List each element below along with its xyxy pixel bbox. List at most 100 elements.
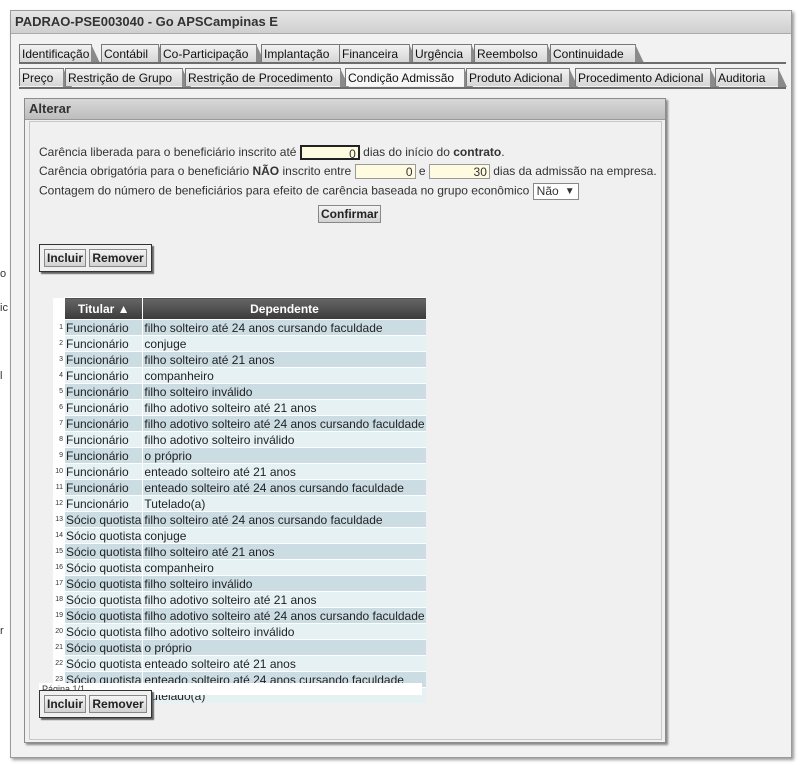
titular-cell[interactable]: Sócio quotista	[63, 655, 143, 672]
tab-reembolso[interactable]: Reembolso	[474, 44, 556, 63]
table-row[interactable]: 13 Sócio quotista filho solteiro até 24 an…	[53, 511, 426, 528]
tab-procedimento-adicional[interactable]: Procedimento Adicional	[575, 68, 719, 87]
table-row[interactable]: 11 Funcionário enteado solteiro até 24 ano…	[53, 479, 426, 496]
and-label: e	[418, 164, 426, 178]
table-row[interactable]: 20 Sócio quotista filho adotivo solteiro i…	[53, 623, 426, 640]
table-row[interactable]: 22 Sócio quotista enteado solteiro até 21 …	[53, 655, 426, 672]
tab-divider	[19, 62, 786, 64]
titular-cell[interactable]: Funcionário	[63, 415, 143, 432]
dependente-cell[interactable]: filho adotivo solteiro até 21 anos	[142, 591, 426, 608]
table-row[interactable]: 2 Funcionário conjuge	[53, 335, 426, 352]
table-row[interactable]: 6 Funcionário filho adotivo solteiro até 2…	[53, 399, 426, 416]
dependente-cell[interactable]: Tutelado(a)	[142, 495, 426, 512]
titular-cell[interactable]: Funcionário	[63, 463, 143, 480]
dependente-cell[interactable]: companheiro	[142, 559, 426, 576]
titular-cell[interactable]: Funcionário	[63, 351, 143, 368]
titular-cell[interactable]: Sócio quotista	[63, 511, 143, 528]
tab-restricao-grupo[interactable]: Restrição de Grupo	[65, 68, 191, 87]
table-row[interactable]: 3 Funcionário filho solteiro até 21 anos	[53, 351, 426, 368]
tab-produto-adicional[interactable]: Produto Adicional	[466, 68, 578, 87]
tab-continuidade[interactable]: Continuidade	[550, 44, 644, 63]
titular-cell[interactable]: Sócio quotista	[63, 591, 143, 608]
tab-implantacao[interactable]: Implantação	[261, 44, 350, 63]
include-button[interactable]: Incluir	[44, 249, 87, 267]
table-row[interactable]: 4 Funcionário companheiro	[53, 367, 426, 384]
dependente-cell[interactable]: filho solteiro até 21 anos	[142, 543, 426, 560]
confirm-button[interactable]: Confirmar	[318, 205, 382, 223]
col-dependente-header[interactable]: Dependente	[142, 297, 426, 320]
table-row[interactable]: 7 Funcionário filho adotivo solteiro até 2…	[53, 415, 426, 432]
tab-contabil[interactable]: Contábil	[101, 44, 167, 63]
remove-button[interactable]: Remover	[89, 695, 147, 713]
include-button[interactable]: Incluir	[44, 695, 87, 713]
tab-auditoria[interactable]: Auditoria	[715, 68, 787, 87]
titular-cell[interactable]: Sócio quotista	[63, 527, 143, 544]
dependente-cell[interactable]: filho solteiro inválido	[142, 575, 426, 592]
dependente-cell[interactable]: conjuge	[142, 527, 426, 544]
titular-cell[interactable]: Funcionário	[63, 479, 143, 496]
titular-cell[interactable]: Sócio quotista	[63, 639, 143, 656]
dependente-cell[interactable]: filho adotivo solteiro inválido	[142, 431, 426, 448]
dependente-cell[interactable]: filho adotivo solteiro até 21 anos	[142, 399, 426, 416]
inscrito-entre-label: inscrito entre	[282, 164, 352, 178]
admissao-to-input[interactable]: 30	[428, 164, 490, 180]
tab-financeira[interactable]: Financeira	[339, 44, 418, 63]
dependente-cell[interactable]: filho adotivo solteiro até 24 anos cursa…	[142, 607, 426, 624]
select-value: Não	[536, 184, 559, 198]
dependente-cell[interactable]: conjuge	[142, 335, 426, 352]
titular-cell[interactable]: Funcionário	[63, 319, 143, 336]
dependente-cell[interactable]: filho solteiro até 24 anos cursando facu…	[142, 319, 426, 336]
tab-urgencia[interactable]: Urgência	[412, 44, 480, 63]
titular-cell[interactable]: Funcionário	[63, 399, 143, 416]
row-number: 2	[53, 335, 65, 352]
table-row[interactable]: 9 Funcionário o próprio	[53, 447, 426, 464]
titular-cell[interactable]: Sócio quotista	[63, 607, 143, 624]
titular-cell[interactable]: Sócio quotista	[63, 623, 143, 640]
admissao-from-input[interactable]: 0	[354, 164, 416, 180]
row-number: 19	[53, 607, 65, 624]
dependente-cell[interactable]: o próprio	[142, 639, 426, 656]
table-row[interactable]: 14 Sócio quotista conjuge	[53, 527, 426, 544]
row-number: 15	[53, 543, 65, 560]
table-row[interactable]: 18 Sócio quotista filho adotivo solteiro a…	[53, 591, 426, 608]
titular-cell[interactable]: Funcionário	[63, 335, 143, 352]
table-row[interactable]: 16 Sócio quotista companheiro	[53, 559, 426, 576]
dependente-cell[interactable]: filho adotivo solteiro até 24 anos cursa…	[142, 415, 426, 432]
table-row[interactable]: 10 Funcionário enteado solteiro até 21 ano…	[53, 463, 426, 480]
remove-button[interactable]: Remover	[89, 249, 147, 267]
dependente-cell[interactable]: filho solteiro inválido	[142, 383, 426, 400]
dependente-cell[interactable]: filho adotivo solteiro inválido	[142, 623, 426, 640]
tab-identificacao[interactable]: Identificação	[19, 44, 100, 63]
titular-cell[interactable]: Sócio quotista	[63, 575, 143, 592]
grupo-economico-select[interactable]: Não ▼	[532, 183, 579, 200]
table-row[interactable]: 1 Funcionário filho solteiro até 24 anos c…	[53, 319, 426, 336]
carencia-liberada-input[interactable]: 0	[299, 145, 360, 161]
titular-cell[interactable]: Funcionário	[63, 367, 143, 384]
edit-panel: Alterar Carência liberada para o benefic…	[24, 98, 666, 743]
dependente-cell[interactable]: enteado solteiro até 24 anos cursando fa…	[142, 479, 426, 496]
tab-condicao-admissao[interactable]: Condição Admissão	[345, 68, 473, 87]
dependente-cell[interactable]: companheiro	[142, 367, 426, 384]
table-row[interactable]: 8 Funcionário filho adotivo solteiro invál…	[53, 431, 426, 448]
table-row[interactable]: 15 Sócio quotista filho solteiro até 21 an…	[53, 543, 426, 560]
table-row[interactable]: 5 Funcionário filho solteiro inválido	[53, 383, 426, 400]
titular-cell[interactable]: Funcionário	[63, 431, 143, 448]
table-row[interactable]: 19 Sócio quotista filho adotivo solteiro a…	[53, 607, 426, 624]
tab-co-participacao[interactable]: Co-Participação	[160, 44, 265, 63]
titular-cell[interactable]: Funcionário	[63, 495, 143, 512]
col-titular-header[interactable]: Titular ▲	[63, 297, 143, 320]
titular-cell[interactable]: Sócio quotista	[63, 559, 143, 576]
tab-preco[interactable]: Preço	[19, 68, 72, 87]
tab-restricao-procedimento[interactable]: Restrição de Procedimento	[185, 68, 349, 87]
dependente-cell[interactable]: enteado solteiro até 21 anos	[142, 655, 426, 672]
titular-cell[interactable]: Funcionário	[63, 447, 143, 464]
dependente-cell[interactable]: filho solteiro até 21 anos	[142, 351, 426, 368]
table-row[interactable]: 12 Funcionário Tutelado(a)	[53, 495, 426, 512]
titular-cell[interactable]: Funcionário	[63, 383, 143, 400]
table-row[interactable]: 21 Sócio quotista o próprio	[53, 639, 426, 656]
dependente-cell[interactable]: filho solteiro até 24 anos cursando facu…	[142, 511, 426, 528]
table-row[interactable]: 17 Sócio quotista filho solteiro inválido	[53, 575, 426, 592]
titular-cell[interactable]: Sócio quotista	[63, 543, 143, 560]
dependente-cell[interactable]: enteado solteiro até 21 anos	[142, 463, 426, 480]
dependente-cell[interactable]: o próprio	[142, 447, 426, 464]
